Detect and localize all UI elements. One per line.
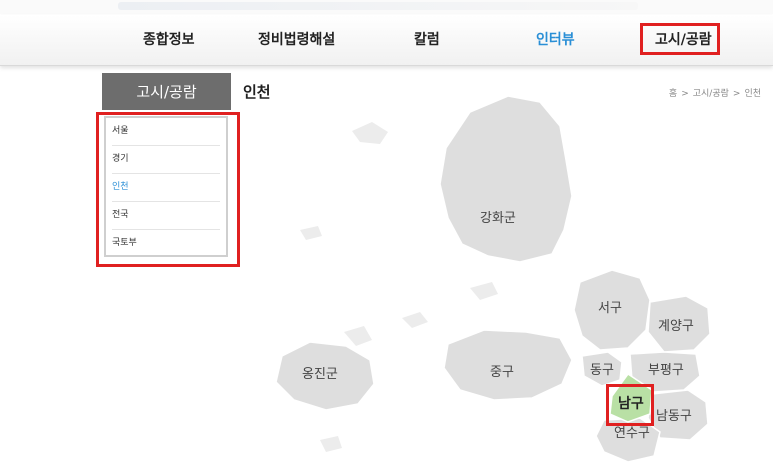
banner-fade bbox=[118, 2, 638, 10]
breadcrumb-current: 인천 bbox=[744, 89, 761, 99]
map-region-dong[interactable] bbox=[581, 351, 623, 387]
breadcrumb: 홈 > 고시/공람 > 인천 bbox=[667, 86, 763, 99]
map-region-jung[interactable] bbox=[443, 329, 573, 401]
map-region-ongjin[interactable] bbox=[275, 341, 375, 411]
region-submenu: 서울 경기 인천 전국 국토부 bbox=[104, 116, 228, 257]
breadcrumb-separator: > bbox=[681, 89, 689, 99]
nav-item-column[interactable]: 칼럼 bbox=[414, 29, 440, 49]
submenu-item-molit[interactable]: 국토부 bbox=[112, 230, 220, 257]
page-title: 인천 bbox=[243, 83, 271, 101]
map-region-ganghwa[interactable] bbox=[439, 95, 573, 263]
island-shape bbox=[344, 326, 372, 346]
nav-item-interview[interactable]: 인터뷰 bbox=[536, 29, 575, 49]
island-shape bbox=[470, 282, 498, 300]
submenu-item-seoul[interactable]: 서울 bbox=[112, 118, 220, 146]
nav-item-notice[interactable]: 고시/공람 bbox=[655, 29, 712, 49]
breadcrumb-notice[interactable]: 고시/공람 bbox=[693, 89, 729, 99]
top-banner-strip bbox=[0, 0, 773, 14]
island-shape bbox=[352, 122, 388, 144]
island-shape bbox=[402, 312, 428, 328]
map-region-gyeyang[interactable] bbox=[647, 295, 711, 353]
island-shape bbox=[300, 226, 322, 240]
nav-item-summary[interactable]: 종합정보 bbox=[143, 29, 195, 49]
map-region-seo[interactable] bbox=[573, 269, 651, 351]
submenu-item-incheon[interactable]: 인천 bbox=[112, 174, 220, 202]
submenu-item-nationwide[interactable]: 전국 bbox=[112, 202, 220, 230]
breadcrumb-home[interactable]: 홈 bbox=[669, 89, 677, 99]
sidebar-tab-notice[interactable]: 고시/공람 bbox=[102, 73, 231, 110]
main-nav: 종합정보 정비법령해설 칼럼 인터뷰 고시/공람 bbox=[0, 15, 773, 66]
nav-item-law-commentary[interactable]: 정비법령해설 bbox=[258, 29, 335, 49]
breadcrumb-separator: > bbox=[732, 89, 741, 99]
island-shape bbox=[320, 436, 342, 452]
submenu-item-gyeonggi[interactable]: 경기 bbox=[112, 146, 220, 174]
map-region-yeonsu[interactable] bbox=[595, 417, 661, 462]
